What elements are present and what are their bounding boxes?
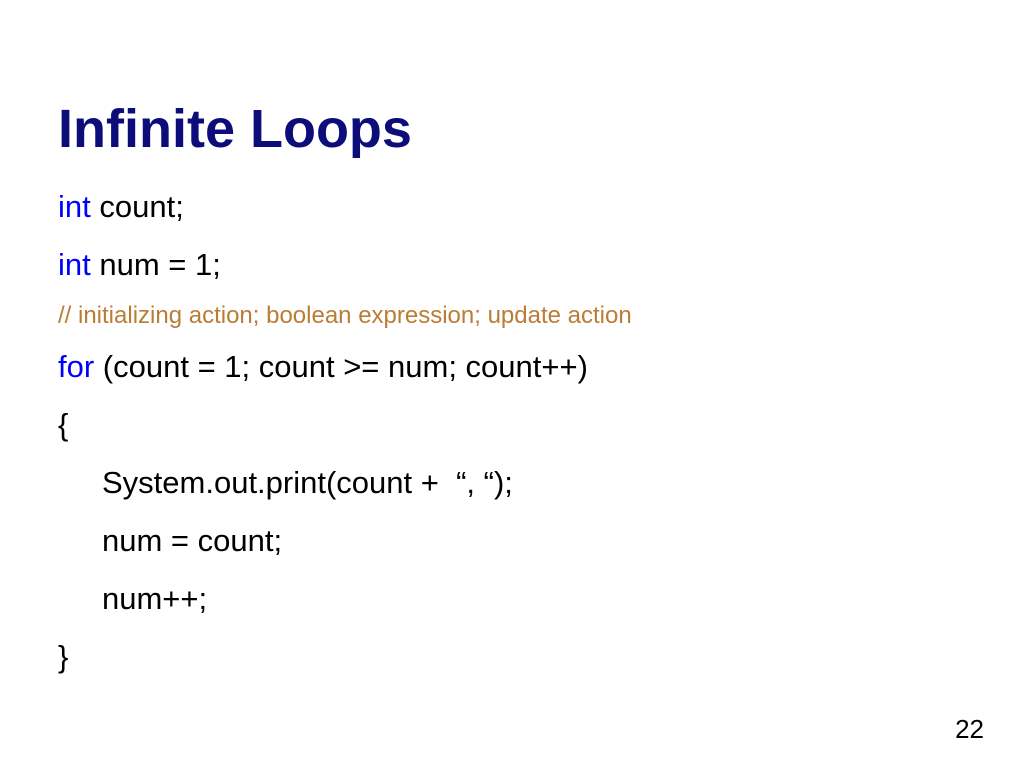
page-number: 22 xyxy=(955,714,984,744)
code-comment-line: // initializing action; boolean expressi… xyxy=(58,294,958,338)
code-text: count; xyxy=(90,189,184,224)
code-text: num = 1; xyxy=(90,247,221,282)
code-line: num = count; xyxy=(58,512,958,570)
code-line: num++; xyxy=(58,570,958,628)
page-title: Infinite Loops xyxy=(58,99,412,160)
code-text: { xyxy=(58,407,69,442)
code-keyword: int xyxy=(58,189,91,224)
code-text: System.out.print(count + “, “); xyxy=(102,465,513,500)
code-line: int count; xyxy=(58,178,958,236)
slide: Infinite Loops int count; int num = 1; /… xyxy=(0,0,1024,768)
code-text: num++; xyxy=(102,581,208,616)
code-line: System.out.print(count + “, “); xyxy=(58,454,958,512)
code-keyword: int xyxy=(58,247,91,282)
code-line: int num = 1; xyxy=(58,236,958,294)
code-block: int count; int num = 1; // initializing … xyxy=(58,178,958,686)
code-line-open-brace: { xyxy=(58,396,958,454)
code-text: } xyxy=(58,639,69,674)
code-line: for (count = 1; count >= num; count++) xyxy=(58,338,958,396)
code-text: (count = 1; count >= num; count++) xyxy=(94,349,588,384)
code-text: num = count; xyxy=(102,523,283,558)
code-comment-text: // initializing action; boolean expressi… xyxy=(58,302,632,329)
code-line-close-brace: } xyxy=(58,628,958,686)
code-keyword: for xyxy=(58,349,95,384)
